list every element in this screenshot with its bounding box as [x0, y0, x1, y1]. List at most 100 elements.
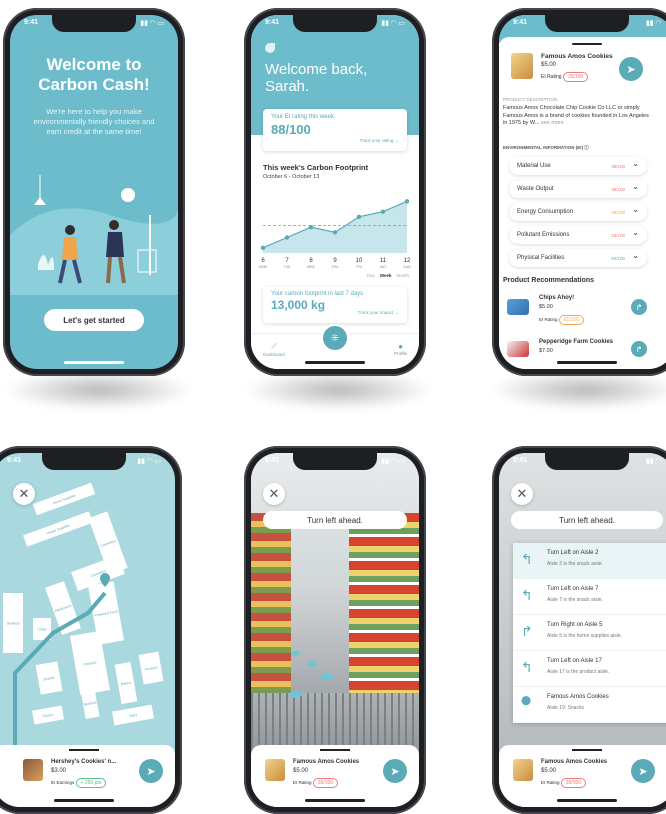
rec-item[interactable]: Chips Ahoy! $5.00 EI Rating 61/100 ↱ — [503, 293, 653, 333]
x-tick-label: 7 — [285, 258, 289, 264]
status-time: 9:41 — [265, 19, 280, 26]
product-name: Famous Amos Cookies — [541, 53, 613, 60]
env-row[interactable]: Material Use 35/100 ⌄ — [509, 157, 647, 175]
close-button[interactable]: ✕ — [263, 483, 285, 505]
scan-icon: ⁜ — [330, 332, 340, 344]
signal-icon: ▮▮ ◠ ▭ — [381, 458, 405, 465]
scan-button[interactable]: ⁜ — [321, 324, 349, 352]
sheet-handle[interactable] — [572, 43, 602, 45]
x-day-label: WED — [307, 265, 316, 269]
env-row-label: Material Use — [517, 163, 551, 169]
step-title: Turn Right on Aisle 5 — [547, 622, 603, 628]
rec-share-button[interactable]: ↱ — [631, 341, 647, 357]
status-time: 9:41 — [265, 457, 280, 464]
period-day[interactable]: Day — [367, 273, 375, 278]
step-title: Turn Left on Aisle 2 — [547, 550, 599, 556]
product-sheet: Famous Amos Cookies $5.00 EI Rating 35/1… — [499, 37, 666, 369]
rec-name: Chips Ahoy! — [539, 295, 575, 301]
navigate-button[interactable]: ➤ — [619, 57, 643, 81]
product-sheet: Famous Amos Cookies $5.00 EI Rating 35/1… — [251, 745, 419, 807]
direction-step[interactable]: ↰ Turn Left on Aisle 2 Aisle 2 is the snac… — [513, 543, 666, 579]
product-name: Famous Amos Cookies — [541, 759, 608, 765]
footprint-card[interactable]: Your carbon footprint in last 7 days 13,… — [263, 287, 407, 323]
x-tick-label: 11 — [380, 258, 387, 264]
navigate-button[interactable]: ➤ — [139, 759, 163, 783]
period-week[interactable]: Week — [380, 273, 392, 278]
navigate-button[interactable]: ➤ — [383, 759, 407, 783]
env-row-score: 35/100 — [611, 186, 625, 192]
welcome-body: We're here to help you make environmenta… — [33, 107, 155, 136]
phone-directions: 9:41 ▮▮ ◠ ✕ Turn left ahead. ↰ Turn Left o… — [492, 446, 666, 814]
close-icon: ✕ — [18, 486, 30, 501]
turn-left-icon: ↰ — [521, 587, 533, 603]
env-row[interactable]: Energy Consumption 40/100 ⌄ — [509, 203, 647, 221]
status-time: 9:41 — [513, 457, 528, 464]
step-subtitle: Aisle 2 is the snack aisle. — [547, 561, 603, 567]
step-title: Turn Left on Aisle 17 — [547, 658, 602, 664]
footprint-label: Your carbon footprint in last 7 days — [271, 291, 364, 297]
info-icon[interactable]: ⓘ — [584, 145, 589, 150]
x-day-label: THU — [331, 265, 339, 269]
env-row[interactable]: Waste Output 35/100 ⌄ — [509, 180, 647, 198]
chart-point — [404, 199, 410, 204]
rec-ei-label: EI Rating — [539, 317, 558, 322]
rec-name: Pepperidge Farm Cookies — [539, 339, 614, 345]
phone-map: 9:41 ▮▮ ◠ ▭ Home Supplies House Supplies Co… — [0, 446, 182, 814]
env-row-score: 80/100 — [611, 255, 625, 261]
turn-left-icon: ↰ — [521, 551, 533, 567]
direction-step[interactable]: ⬤ Famous Amos Cookies Aisle 19: Snacks — [513, 687, 666, 723]
direction-step[interactable]: ↰ Turn Left on Aisle 17 Aisle 17 is the pr… — [513, 651, 666, 687]
chart-point — [380, 209, 386, 214]
nav-dashboard[interactable]: ⟋ Dashboard — [263, 342, 285, 357]
ei-badge: 35/100 — [562, 72, 589, 82]
status-time: 9:41 — [513, 19, 528, 26]
env-list: Material Use 35/100 ⌄ Waste Output 35/100 ⌄ En… — [509, 157, 647, 272]
sheet-handle[interactable] — [572, 749, 602, 751]
navigate-button[interactable]: ➤ — [631, 759, 655, 783]
direction-step[interactable]: ↱ Turn Right on Aisle 5 Aisle 5 is the hom… — [513, 615, 666, 651]
chevron-down-icon: ⌄ — [632, 159, 639, 168]
greeting: Welcome back, Sarah. — [265, 61, 368, 95]
close-icon: ✕ — [516, 486, 528, 501]
rating-card[interactable]: Your EI rating this week: 88/100 Track y… — [263, 109, 407, 151]
get-started-button[interactable]: Let's get started — [44, 309, 144, 331]
nav-profile[interactable]: ● Profile — [394, 342, 407, 356]
ei-label: EI Rating — [293, 780, 312, 785]
ei-label: EI Rating — [541, 74, 562, 80]
product-price: $3.00 — [51, 768, 67, 774]
signal-icon: ▮▮ ◠ — [645, 458, 661, 465]
phone-shadow — [244, 370, 434, 410]
env-row[interactable]: Pollutant Emissions 25/100 ⌄ — [509, 226, 647, 244]
chart-point — [260, 245, 266, 251]
welcome-illustration — [10, 175, 178, 295]
x-day-label: TUE — [284, 265, 292, 269]
period-month[interactable]: Month — [396, 273, 409, 278]
direction-step[interactable]: ↰ Turn Left on Aisle 7 Aisle 7 is the snac… — [513, 579, 666, 615]
see-more-link[interactable]: see more — [541, 120, 564, 126]
sheet-handle[interactable] — [320, 749, 350, 751]
env-row-label: Waste Output — [517, 186, 554, 192]
track-impact-link[interactable]: Track your impact → — [358, 310, 399, 315]
ei-label: EI Earnings — [51, 780, 75, 785]
env-row-score: 40/100 — [611, 209, 625, 215]
navigate-arrow-icon: ➤ — [390, 765, 400, 778]
env-row-label: Energy Consumption — [517, 209, 574, 215]
sheet-handle[interactable] — [69, 749, 99, 751]
x-tick-label: 10 — [356, 258, 363, 264]
close-button[interactable]: ✕ — [511, 483, 533, 505]
env-heading-text: ENVIRONMENTAL INFORMATION (EI) — [503, 145, 583, 150]
ei-label: EI Rating — [541, 780, 560, 785]
product-price: $5.00 — [293, 768, 309, 774]
path-dot — [289, 691, 302, 698]
period-selector: Day Week Month — [367, 273, 409, 278]
path-dot — [307, 661, 317, 667]
close-button[interactable]: ✕ — [13, 483, 35, 505]
product-sheet: Hershey's Cookies' n... $3.00 EI Earning… — [0, 745, 175, 807]
track-rating-link[interactable]: Track your rating → — [360, 138, 399, 143]
chevron-down-icon: ⌄ — [632, 205, 639, 214]
path-dot — [291, 651, 300, 656]
env-row[interactable]: Physical Facilities 80/100 ⌄ — [509, 249, 647, 267]
rec-share-button[interactable]: ↱ — [631, 299, 647, 315]
signal-icon: ▮▮ ◠ ▭ — [140, 20, 164, 27]
chart-point — [308, 224, 314, 230]
